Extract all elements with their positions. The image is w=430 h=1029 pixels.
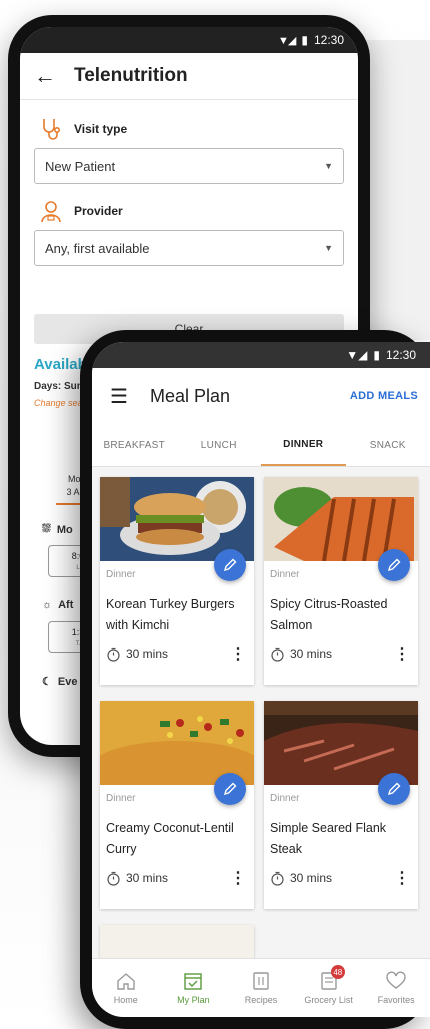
meal-name: Korean Turkey Burgers with Kimchi: [106, 597, 235, 632]
dropdown-caret-icon: ▼: [324, 243, 333, 253]
stopwatch-icon: [107, 647, 120, 662]
meal-time-text: 30 mins: [126, 647, 169, 661]
tab-breakfast[interactable]: BREAKFAST: [92, 424, 177, 466]
more-vert-icon[interactable]: ⋮: [394, 644, 410, 664]
meal-card[interactable]: Dinner Simple Seared Flank Steak 30 mins…: [264, 701, 418, 909]
nav-favorites[interactable]: Favorites: [362, 959, 430, 1017]
power-button: [12, 165, 17, 225]
app-bar: ← Telenutrition: [20, 53, 358, 100]
nav-home[interactable]: Home: [92, 959, 160, 1017]
pencil-icon: [387, 782, 401, 796]
doctor-icon: [41, 201, 61, 223]
provider-label: Provider: [74, 204, 123, 218]
visit-type-select[interactable]: New Patient ▼: [34, 148, 344, 184]
sunrise-icon: ⛆: [42, 523, 51, 535]
provider-value: Any, first available: [45, 240, 150, 256]
stethoscope-icon: [43, 119, 60, 140]
sun-icon: ☼: [42, 599, 53, 611]
recipes-icon: [253, 972, 269, 990]
nav-label: My Plan: [177, 995, 210, 1005]
meal-meta: 30 mins ⋮: [100, 638, 254, 664]
stopwatch-icon: [107, 871, 120, 886]
pencil-icon: [387, 558, 401, 572]
nav-label: Home: [113, 995, 138, 1005]
signal-icon: ▼◢: [346, 348, 368, 362]
heart-icon: [386, 971, 406, 989]
stopwatch-icon: [271, 647, 284, 662]
meal-name: Spicy Citrus-Roasted Salmon: [270, 597, 388, 632]
battery-icon: ▮: [373, 348, 380, 362]
meal-time: 30 mins: [106, 647, 168, 662]
more-vert-icon[interactable]: ⋮: [230, 644, 246, 664]
provider-select[interactable]: Any, first available ▼: [34, 230, 344, 266]
volume-button: [12, 107, 17, 147]
dropdown-caret-icon: ▼: [324, 161, 333, 171]
meal-card[interactable]: Dinner Spicy Citrus-Roasted Salmon 30 mi…: [264, 477, 418, 685]
meal-time: 30 mins: [270, 871, 332, 886]
page-title: Telenutrition: [74, 65, 188, 86]
meal-card[interactable]: Dinner Creamy Coconut-Lentil Curry 30 mi…: [100, 701, 254, 909]
more-vert-icon[interactable]: ⋮: [230, 868, 246, 888]
front-phone: ▼◢ ▮ 12:30 ☰ Meal Plan ADD MEALS BREAKFA…: [80, 330, 430, 1029]
visit-type-label-row: Visit type: [20, 112, 358, 146]
status-bar: ▼◢ ▮ 12:30: [92, 342, 430, 368]
moon-icon: ☾: [42, 676, 52, 688]
edit-pencil-button[interactable]: [378, 773, 410, 805]
meal-time: 30 mins: [106, 871, 168, 886]
home-icon: [117, 973, 135, 990]
morning-label: Mo: [56, 523, 73, 536]
calendar-check-icon: [184, 973, 203, 990]
back-arrow-icon[interactable]: ←: [34, 63, 74, 89]
add-meals-button[interactable]: ADD MEALS: [350, 390, 418, 402]
more-vert-icon[interactable]: ⋮: [394, 868, 410, 888]
visit-type-label: Visit type: [74, 122, 128, 136]
meal-card[interactable]: Dinner Korean Turkey Burgers with Kimchi…: [100, 477, 254, 685]
meal-time-text: 30 mins: [290, 647, 333, 661]
status-time: 12:30: [313, 33, 344, 47]
battery-icon: ▮: [301, 33, 308, 47]
meal-name: Simple Seared Flank Steak: [270, 821, 387, 856]
provider-label-row: Provider: [20, 194, 358, 228]
stopwatch-icon: [271, 871, 284, 886]
meal-meta: 30 mins ⋮: [264, 862, 418, 888]
bottom-nav: Home My Plan Recipes 48 Grocery List Fav…: [92, 958, 430, 1017]
edit-pencil-button[interactable]: [214, 549, 246, 581]
nav-grocery-list[interactable]: 48 Grocery List: [295, 959, 363, 1017]
meal-grid: Dinner Korean Turkey Burgers with Kimchi…: [92, 467, 430, 985]
afternoon-label: Aft: [58, 599, 74, 611]
evening-header: ☾ Eve: [42, 675, 78, 689]
status-time: 12:30: [385, 348, 416, 362]
meal-meta: 30 mins ⋮: [100, 862, 254, 888]
page-title: Meal Plan: [150, 385, 231, 406]
meal-plan-screen: ▼◢ ▮ 12:30 ☰ Meal Plan ADD MEALS BREAKFA…: [92, 342, 430, 1017]
app-bar: ☰ Meal Plan ADD MEALS: [92, 368, 430, 424]
grocery-badge: 48: [330, 965, 345, 979]
menu-icon[interactable]: ☰: [110, 384, 150, 409]
tab-snack[interactable]: SNACK: [346, 424, 430, 466]
afternoon-header: ☼ Aft: [42, 599, 73, 611]
meal-time-text: 30 mins: [290, 871, 333, 885]
nav-recipes[interactable]: Recipes: [227, 959, 295, 1017]
meal-time: 30 mins: [270, 647, 332, 662]
nav-label: Grocery List: [304, 995, 353, 1005]
pencil-icon: [223, 558, 237, 572]
signal-icon: ▼◢: [278, 34, 296, 47]
evening-label: Eve: [57, 675, 78, 688]
tab-dinner[interactable]: DINNER: [261, 424, 346, 466]
edit-pencil-button[interactable]: [378, 549, 410, 581]
morning-header: ⛆ Mo: [42, 523, 73, 536]
status-bar: ▼◢ ▮ 12:30: [20, 27, 358, 53]
nav-label: Favorites: [377, 995, 415, 1005]
meal-meta: 30 mins ⋮: [264, 638, 418, 664]
visit-type-value: New Patient: [45, 158, 116, 174]
pencil-icon: [223, 782, 237, 796]
meal-time-text: 30 mins: [126, 871, 169, 885]
edit-pencil-button[interactable]: [214, 773, 246, 805]
tab-lunch[interactable]: LUNCH: [177, 424, 262, 466]
nav-my-plan[interactable]: My Plan: [160, 959, 228, 1017]
meal-tabs: BREAKFAST LUNCH DINNER SNACK: [92, 424, 430, 467]
nav-label: Recipes: [244, 995, 278, 1005]
background-panel: [360, 40, 430, 340]
meal-name: Creamy Coconut-Lentil Curry: [106, 821, 234, 856]
